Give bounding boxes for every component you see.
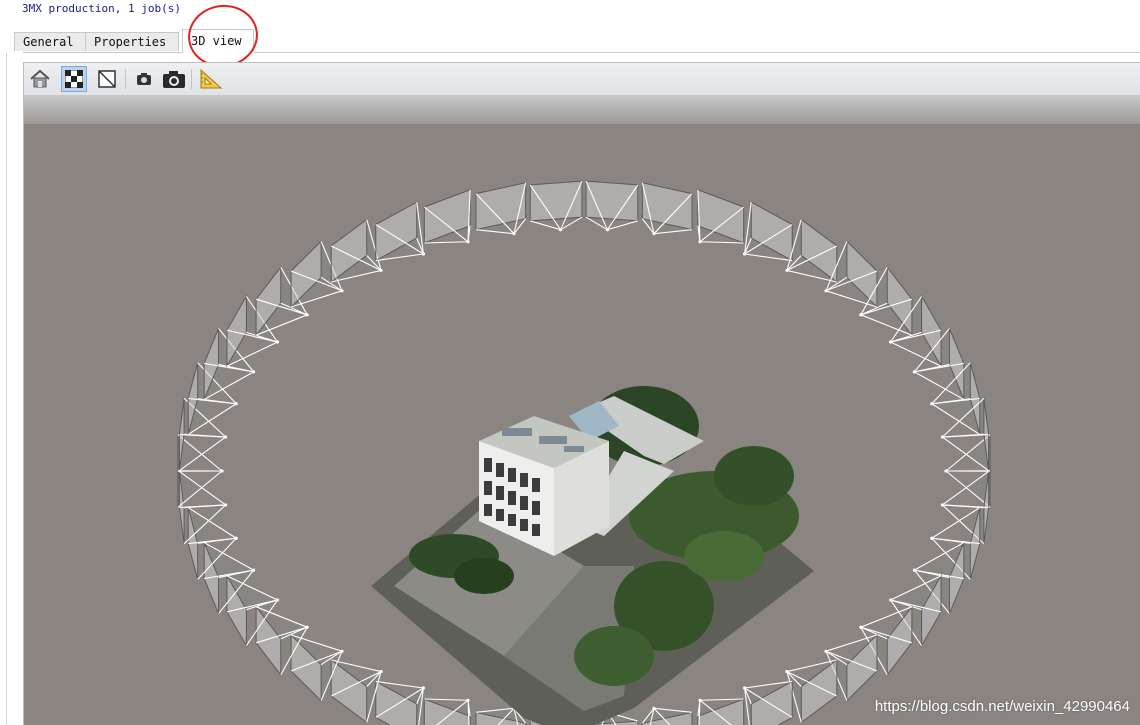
job-status-text: 3MX production, 1 job(s) — [22, 2, 181, 15]
textured-mode-button[interactable] — [61, 66, 87, 92]
home-button[interactable] — [27, 66, 53, 92]
camera-frustum — [375, 680, 426, 725]
camera-frustum — [944, 434, 991, 508]
camera-frustum — [742, 201, 793, 262]
view-toolbar — [24, 63, 1140, 96]
tab-bar: General Properties 3D view — [14, 29, 1140, 53]
wireframe-icon — [98, 70, 116, 88]
camera-frustum — [375, 201, 426, 262]
camera-frustum — [641, 706, 693, 725]
camera-frustum — [423, 189, 471, 244]
camera-frustum — [742, 680, 793, 725]
toolbar-separator — [191, 69, 192, 89]
toolbar-separator — [125, 69, 126, 89]
hires-screenshot-button[interactable] — [161, 66, 187, 92]
camera-frustum — [330, 218, 383, 284]
camera-frustum — [785, 658, 838, 724]
screenshot-button[interactable] — [131, 66, 157, 92]
camera-frustum — [330, 658, 383, 724]
set-square-icon — [200, 68, 223, 89]
left-divider — [6, 52, 7, 725]
tab-general[interactable]: General — [14, 32, 86, 51]
home-icon — [30, 69, 50, 88]
camera-frustum — [697, 189, 745, 244]
wireframe-mode-button[interactable] — [94, 66, 120, 92]
building-model — [371, 386, 814, 725]
camera-frustum — [585, 180, 639, 232]
camera-frustum — [177, 434, 224, 508]
measure-button[interactable] — [198, 66, 224, 92]
tab-properties[interactable]: Properties — [85, 32, 179, 51]
camera-large-icon — [163, 71, 185, 88]
camera-frustum — [940, 397, 990, 471]
camera-frustum — [641, 182, 693, 236]
camera-small-icon — [137, 73, 151, 85]
tab-3d-view[interactable]: 3D view — [182, 29, 254, 53]
3d-viewport[interactable] — [24, 96, 1140, 725]
camera-frustum — [178, 397, 228, 471]
camera-frustum — [697, 698, 745, 725]
camera-frustum — [529, 180, 583, 232]
camera-frustum — [785, 218, 838, 284]
camera-frustum — [940, 471, 990, 545]
3d-view-panel: https://blog.csdn.net/weixin_42990464 — [23, 62, 1140, 725]
camera-frustum — [178, 471, 228, 545]
left-gutter — [0, 52, 23, 725]
watermark-text: https://blog.csdn.net/weixin_42990464 — [874, 698, 1130, 715]
camera-frustum — [423, 698, 471, 725]
checkerboard-icon — [65, 70, 83, 88]
camera-frustum — [475, 182, 527, 236]
